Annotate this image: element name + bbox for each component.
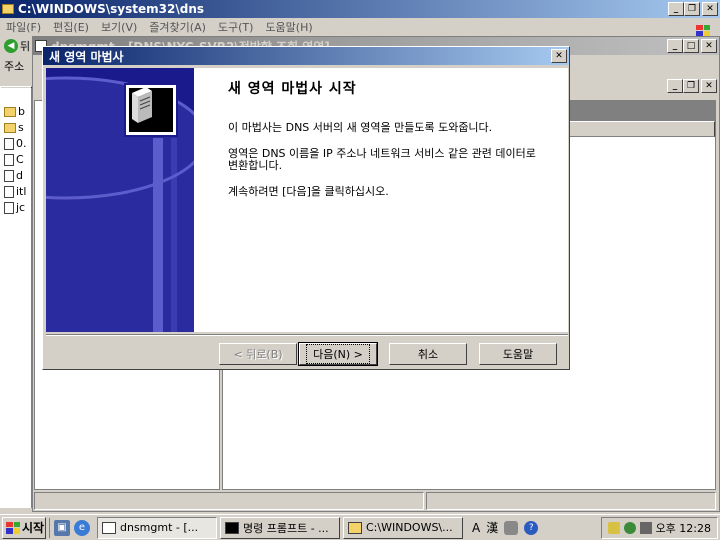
back-button[interactable]: < 뒤로(B) — [219, 343, 297, 365]
taskbar-button[interactable]: 명령 프롬프트 - ... — [220, 516, 340, 539]
folder-icon — [348, 521, 362, 534]
ime-bar: A 漢 ? — [472, 519, 539, 536]
close-button[interactable]: ✕ — [551, 49, 567, 63]
menu-help[interactable]: 도움말(H) — [265, 19, 312, 35]
taskbar-button-label: 명령 프롬프트 - ... — [243, 521, 329, 535]
wizard-body: 새 영역 마법사 시작 이 마법사는 DNS 서버의 새 영역을 만들도록 도와… — [46, 68, 568, 332]
file-list-item-label: 0. — [16, 137, 27, 150]
start-label: 시작 — [22, 521, 45, 535]
explorer-menubar: 파일(F) 편집(E) 보기(V) 즐겨찾기(A) 도구(T) 도움말(H) — [0, 18, 720, 37]
file-icon — [4, 153, 14, 166]
folder-icon — [2, 4, 14, 14]
explorer-titlebar[interactable]: C:\WINDOWS\system32\dns _ ❐ ✕ — [0, 0, 720, 18]
server-icon — [124, 83, 178, 137]
explorer-title: C:\WINDOWS\system32\dns — [18, 2, 204, 16]
wizard-continue-hint: 계속하려면 [다음]을 클릭하십시오. — [228, 185, 389, 198]
minimize-button[interactable]: _ — [667, 39, 683, 53]
next-button[interactable]: 다음(N) > — [298, 342, 378, 366]
show-desktop-icon[interactable]: ▣ — [54, 519, 70, 536]
wizard-button-row: < 뒤로(B) 다음(N) > 취소 도움말 — [43, 342, 571, 366]
wizard-banner — [46, 68, 194, 332]
restore-button[interactable]: ❐ — [683, 79, 699, 93]
ime-mode-hanja[interactable]: 漢 — [486, 519, 498, 536]
help-button[interactable]: 도움말 — [479, 343, 557, 365]
taskbar: 시작 ▣ e dnsmgmt - [... 명령 프롬프트 - ... C:\WIN… — [0, 514, 720, 540]
menu-edit[interactable]: 편집(E) — [53, 19, 89, 35]
file-list-item[interactable]: C — [4, 152, 27, 167]
minimize-button[interactable]: _ — [667, 79, 683, 93]
file-icon — [4, 169, 14, 182]
file-list-item-label: d — [16, 169, 23, 182]
file-icon — [4, 185, 14, 198]
wizard-heading: 새 영역 마법사 시작 — [228, 81, 357, 97]
file-list-item[interactable]: d — [4, 168, 27, 183]
menu-tools[interactable]: 도구(T) — [218, 19, 254, 35]
new-zone-wizard-dialog: 새 영역 마법사 ✕ 새 영역 마법사 시작 이 마법사는 DNS 서버의 새 … — [42, 46, 570, 370]
taskbar-button-label: C:\WINDOWS\... — [366, 521, 453, 534]
file-list-item-label: s — [18, 121, 24, 134]
command-prompt-icon — [225, 521, 239, 534]
ime-settings-icon[interactable] — [504, 520, 519, 535]
taskbar-button[interactable]: C:\WINDOWS\... — [343, 516, 463, 539]
folder-icon — [4, 106, 16, 117]
folder-icon — [4, 122, 16, 133]
file-list-item[interactable]: b — [4, 104, 27, 119]
address-label: 주소 — [4, 60, 25, 73]
file-list-item-label: itl — [16, 185, 27, 198]
wizard-titlebar[interactable]: 새 영역 마법사 ✕ — [43, 47, 569, 65]
taskbar-button-label: dnsmgmt - [... — [120, 521, 199, 534]
file-icon — [4, 137, 14, 150]
file-icon — [4, 201, 14, 214]
back-label[interactable]: 뒤 — [20, 38, 30, 54]
wizard-title: 새 영역 마법사 — [49, 49, 124, 64]
taskbar-button[interactable]: dnsmgmt - [... — [97, 516, 217, 539]
file-list-item-label: C — [16, 153, 24, 166]
next-button-label: 다음(N) > — [306, 344, 370, 364]
status-cell — [426, 492, 716, 510]
security-shield-icon[interactable] — [607, 521, 620, 534]
file-list-item[interactable]: itl — [4, 184, 27, 199]
file-list-item-label: b — [18, 105, 25, 118]
internet-explorer-icon[interactable]: e — [74, 519, 90, 536]
ime-mode-a[interactable]: A — [472, 521, 480, 535]
system-tray: 오후 12:28 — [600, 516, 718, 539]
status-bar — [34, 492, 716, 510]
mmc-icon — [102, 521, 116, 534]
menu-file[interactable]: 파일(F) — [6, 19, 41, 35]
volume-icon[interactable] — [639, 521, 652, 534]
file-list-item[interactable]: jc — [4, 200, 27, 215]
menu-favorites[interactable]: 즐겨찾기(A) — [149, 19, 206, 35]
maximize-button[interactable]: □ — [683, 39, 699, 53]
help-icon[interactable]: ? — [524, 520, 539, 535]
close-button[interactable]: ✕ — [702, 2, 718, 16]
file-list-item[interactable]: 0. — [4, 136, 27, 151]
network-icon[interactable] — [623, 521, 636, 534]
clock[interactable]: 오후 12:28 — [656, 520, 711, 536]
close-button[interactable]: ✕ — [701, 39, 717, 53]
file-list: b s 0. Cd itl jc — [4, 104, 27, 215]
back-arrow-icon[interactable]: ◀ — [4, 39, 18, 53]
windows-logo-icon — [692, 19, 714, 37]
wizard-zone-description: 영역은 DNS 이름을 IP 주소나 네트워크 서비스 같은 관련 데이터로 변… — [228, 147, 536, 172]
status-cell — [34, 492, 424, 510]
quick-launch: ▣ e — [49, 517, 94, 538]
minimize-button[interactable]: _ — [668, 2, 684, 16]
wizard-intro-text: 이 마법사는 DNS 서버의 새 영역을 만들도록 도와줍니다. — [228, 121, 493, 134]
windows-flag-icon — [6, 521, 20, 534]
start-button[interactable]: 시작 — [2, 516, 46, 539]
file-list-item[interactable]: s — [4, 120, 27, 135]
wizard-content: 새 영역 마법사 시작 이 마법사는 DNS 서버의 새 영역을 만들도록 도와… — [228, 74, 548, 198]
close-button[interactable]: ✕ — [701, 79, 717, 93]
restore-button[interactable]: ❐ — [684, 2, 700, 16]
menu-view[interactable]: 보기(V) — [101, 19, 137, 35]
cancel-button[interactable]: 취소 — [389, 343, 467, 365]
task-list: dnsmgmt - [... 명령 프롬프트 - ... C:\WINDOWS\..… — [97, 516, 463, 539]
wizard-separator — [46, 334, 568, 336]
file-list-item-label: jc — [16, 201, 26, 214]
